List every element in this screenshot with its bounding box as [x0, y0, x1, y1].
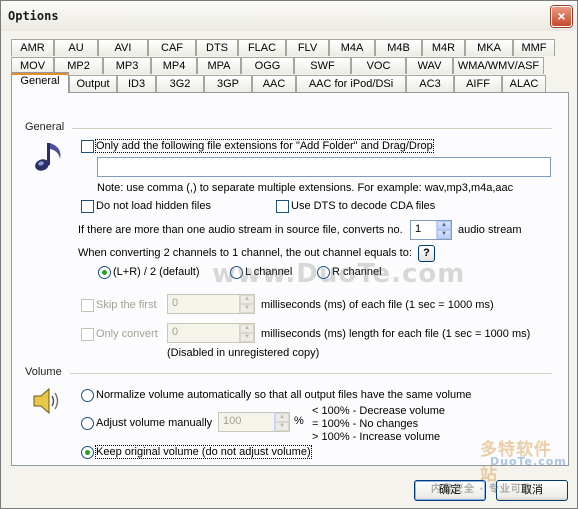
general-tab-panel: General Only add the following file exte… [11, 92, 569, 485]
tab-mpa[interactable]: MPA [197, 57, 241, 74]
only-add-extensions-checkbox[interactable] [81, 140, 94, 153]
extensions-note: Note: use comma (,) to separate multiple… [97, 182, 514, 194]
watermark-brand-url: DuoTe.com [490, 455, 567, 468]
tab-3g2[interactable]: 3G2 [156, 75, 204, 92]
spin-up-icon[interactable]: ▲ [275, 413, 289, 422]
volume-legend-increase: > 100% - Increase volume [312, 431, 441, 443]
only-convert-spinner[interactable]: ▲ ▼ [239, 324, 254, 342]
channel-lr-average-label[interactable]: (L+R) / 2 (default) [113, 266, 200, 278]
watermark-url: www.DuoTe.com [212, 259, 466, 289]
tab-flac[interactable]: FLAC [238, 39, 286, 56]
multi-stream-prefix: If there are more than one audio stream … [78, 224, 403, 236]
tab-output[interactable]: Output [69, 75, 117, 92]
tab-m4a[interactable]: M4A [329, 39, 375, 56]
extensions-input[interactable] [97, 157, 551, 177]
tab-mp3[interactable]: MP3 [103, 57, 151, 74]
spin-down-icon[interactable]: ▼ [240, 304, 254, 313]
speaker-icon [33, 387, 59, 415]
normalize-volume-radio[interactable] [81, 389, 94, 402]
only-convert-label[interactable]: Only convert [96, 328, 158, 340]
only-convert-checkbox[interactable] [81, 328, 94, 341]
adjust-volume-radio[interactable] [81, 417, 94, 430]
tab-3gp[interactable]: 3GP [204, 75, 252, 92]
spin-down-icon[interactable]: ▼ [437, 230, 451, 239]
tab-swf[interactable]: SWF [294, 57, 351, 74]
only-convert-unit: milliseconds (ms) length for each file (… [261, 328, 531, 340]
spin-up-icon[interactable]: ▲ [437, 221, 451, 230]
tab-alac[interactable]: ALAC [502, 75, 546, 92]
multi-stream-suffix: audio stream [458, 224, 522, 236]
tab-mka[interactable]: MKA [465, 39, 513, 56]
adjust-volume-label[interactable]: Adjust volume manually [96, 417, 212, 429]
general-group-label: General [25, 121, 68, 133]
keep-volume-label[interactable]: Keep original volume (do not adjust volu… [95, 445, 312, 459]
volume-group-label: Volume [25, 366, 65, 378]
skip-first-checkbox[interactable] [81, 299, 94, 312]
normalize-volume-label[interactable]: Normalize volume automatically so that a… [96, 389, 471, 401]
convert-channels-label: When converting 2 channels to 1 channel,… [78, 247, 412, 259]
tab-m4r[interactable]: M4R [422, 39, 465, 56]
tab-mp4[interactable]: MP4 [151, 57, 197, 74]
use-dts-label[interactable]: Use DTS to decode CDA files [291, 200, 435, 212]
skip-first-spinner[interactable]: ▲ ▼ [239, 295, 254, 313]
channel-lr-average-radio[interactable] [98, 266, 111, 279]
no-hidden-files-checkbox[interactable] [81, 200, 94, 213]
tab-ac3[interactable]: AC3 [406, 75, 454, 92]
tab-aac-for-ipod-dsi[interactable]: AAC for iPod/DSi [296, 75, 406, 92]
volume-group-divider [70, 373, 552, 374]
volume-spinner[interactable]: ▲ ▼ [274, 413, 289, 431]
tab-flv[interactable]: FLV [286, 39, 329, 56]
use-dts-checkbox[interactable] [276, 200, 289, 213]
tab-au[interactable]: AU [54, 39, 98, 56]
volume-legend-no-change: = 100% - No changes [312, 418, 419, 430]
window-title: Options [8, 9, 59, 23]
only-add-extensions-label[interactable]: Only add the following file extensions f… [95, 139, 434, 153]
tab-ogg[interactable]: OGG [241, 57, 294, 74]
tab-wav[interactable]: WAV [406, 57, 453, 74]
tab-general[interactable]: General [11, 72, 69, 93]
tab-aiff[interactable]: AIFF [454, 75, 502, 92]
stream-number-spinner[interactable]: ▲ ▼ [436, 221, 451, 239]
tab-wma-wmv-asf[interactable]: WMA/WMV/ASF [453, 57, 544, 74]
spin-down-icon[interactable]: ▼ [275, 422, 289, 431]
watermark-slogan: 内容安全 · 专业可信 [431, 484, 533, 495]
music-note-icon [35, 143, 61, 171]
tab-m4b[interactable]: M4B [375, 39, 422, 56]
no-hidden-files-label[interactable]: Do not load hidden files [96, 200, 211, 212]
tab-mmf[interactable]: MMF [513, 39, 555, 56]
spin-up-icon[interactable]: ▲ [240, 324, 254, 333]
options-dialog: Options × AMR AU AVI CAF DTS FLAC FLV M4A M4B M4R… [0, 0, 578, 509]
tab-aac[interactable]: AAC [252, 75, 296, 92]
tab-amr[interactable]: AMR [11, 39, 54, 56]
tab-avi[interactable]: AVI [98, 39, 148, 56]
tab-id3[interactable]: ID3 [117, 75, 156, 92]
keep-volume-radio[interactable] [81, 446, 94, 459]
close-button[interactable]: × [551, 6, 572, 27]
tab-caf[interactable]: CAF [148, 39, 196, 56]
skip-first-label[interactable]: Skip the first [96, 299, 157, 311]
spin-down-icon[interactable]: ▼ [240, 333, 254, 342]
percent-symbol: % [294, 415, 304, 427]
general-group-divider [72, 128, 552, 129]
unregistered-note: (Disabled in unregistered copy) [167, 347, 320, 359]
volume-legend-decrease: < 100% - Decrease volume [312, 405, 445, 417]
title-bar: Options × [1, 1, 577, 31]
tab-dts[interactable]: DTS [196, 39, 238, 56]
spin-up-icon[interactable]: ▲ [240, 295, 254, 304]
tab-voc[interactable]: VOC [351, 57, 406, 74]
skip-first-unit: milliseconds (ms) of each file (1 sec = … [261, 299, 494, 311]
